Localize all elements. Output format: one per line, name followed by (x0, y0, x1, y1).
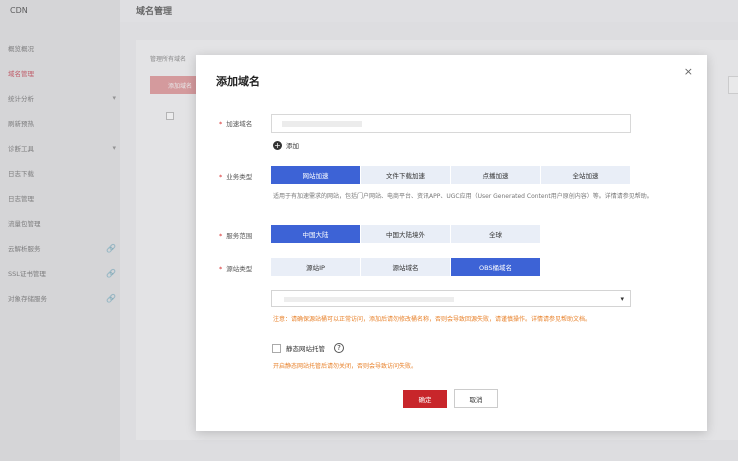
business-type-label-text: 业务类型 (226, 173, 253, 181)
required-mark: * (219, 120, 223, 128)
origin-warning: 注意：请确保源站桶可以正常访问，添加后请勿修改桶名称，否则会导致回源失败，请谨慎… (273, 316, 592, 323)
obs-bucket-select[interactable]: ▾ (271, 290, 631, 307)
required-mark: * (219, 232, 223, 240)
service-area-option-outside[interactable]: 中国大陆境外 (361, 225, 451, 243)
service-area-option-global[interactable]: 全球 (451, 225, 541, 243)
add-link-label: 添加 (286, 142, 299, 150)
origin-type-option-obs[interactable]: OBS桶域名 (451, 258, 541, 276)
chevron-down-icon: ▾ (620, 295, 624, 303)
static-hosting-label: 静态网站托管 (286, 345, 325, 353)
business-type-option-website[interactable]: 网站加速 (271, 166, 361, 184)
service-area-option-mainland[interactable]: 中国大陆 (271, 225, 361, 243)
close-icon[interactable]: × (684, 65, 693, 78)
origin-type-option-domain[interactable]: 源站域名 (361, 258, 451, 276)
domain-input[interactable] (271, 114, 631, 133)
dialog-title: 添加域名 (216, 75, 260, 88)
domain-input-value (282, 121, 362, 127)
business-type-option-download[interactable]: 文件下载加速 (361, 166, 451, 184)
business-type-selector: 网站加速 文件下载加速 点播加速 全站加速 (271, 166, 631, 184)
domain-label: * 加速域名 (219, 118, 252, 128)
service-area-label: * 服务范围 (219, 230, 252, 240)
cancel-button[interactable]: 取消 (454, 389, 498, 408)
service-area-selector: 中国大陆 中国大陆境外 全球 (271, 225, 541, 243)
add-domain-link[interactable]: + 添加 (273, 140, 299, 150)
origin-type-label: * 源站类型 (219, 263, 252, 273)
service-area-label-text: 服务范围 (226, 232, 253, 240)
required-mark: * (219, 265, 223, 273)
help-icon[interactable]: ? (334, 343, 344, 353)
business-type-label: * 业务类型 (219, 171, 252, 181)
required-mark: * (219, 173, 223, 181)
origin-type-option-ip[interactable]: 源站IP (271, 258, 361, 276)
static-hosting-warning: 开启静态网站托管后请勿关闭，否则会导致访问失败。 (273, 363, 418, 370)
domain-label-text: 加速域名 (226, 120, 253, 128)
origin-type-label-text: 源站类型 (226, 265, 253, 273)
business-type-description: 适用于有加速需求的网站，包括门户网站、电商平台、资讯APP、UGC应用（User… (273, 193, 653, 200)
obs-bucket-value (284, 297, 454, 302)
plus-icon: + (273, 140, 282, 150)
business-type-option-vod[interactable]: 点播加速 (451, 166, 541, 184)
add-domain-dialog: 添加域名 × * 加速域名 + 添加 * 业务类型 网站加速 文件下载加速 点播加速 … (196, 55, 707, 431)
origin-type-selector: 源站IP 源站域名 OBS桶域名 (271, 258, 541, 276)
business-type-option-wholesite[interactable]: 全站加速 (541, 166, 631, 184)
static-hosting-option[interactable]: 静态网站托管 ? (272, 343, 344, 353)
static-hosting-checkbox[interactable] (272, 343, 281, 353)
confirm-button[interactable]: 确定 (403, 390, 447, 408)
